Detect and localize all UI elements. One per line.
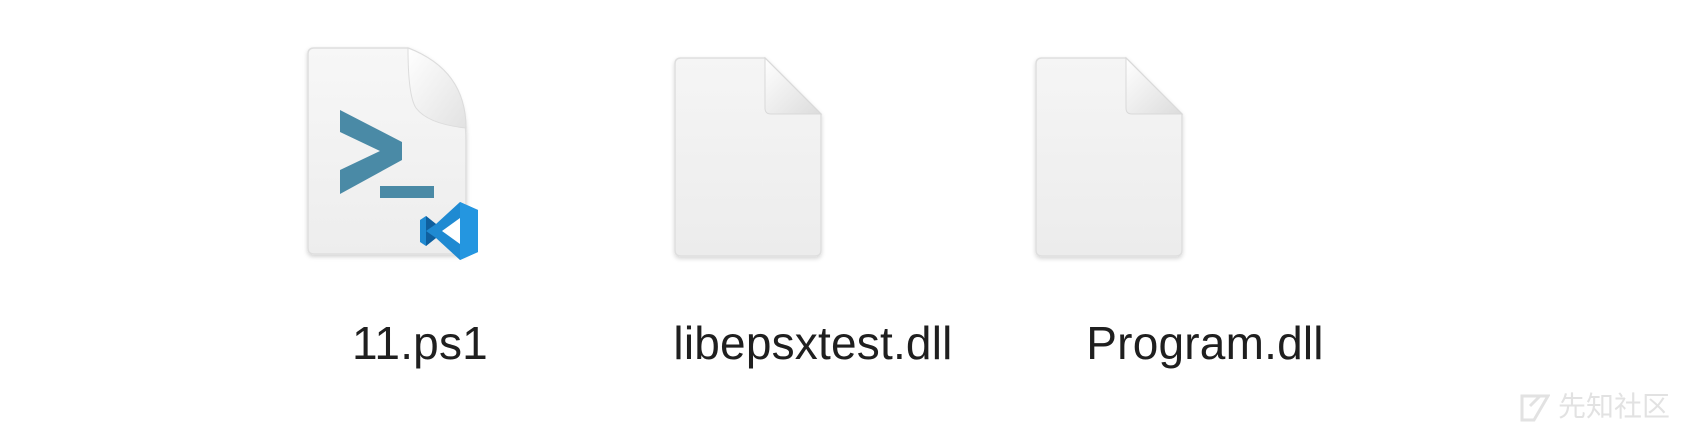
file-item-program-dll[interactable]: Program.dll [1015,0,1395,400]
file-item-11-ps1[interactable]: 11.ps1 [230,0,610,400]
document-file-graphic [1035,56,1184,257]
generic-document-icon[interactable] [1015,0,1395,300]
powershell-script-icon[interactable] [230,0,610,300]
watermark-text: 先知社区 [1558,390,1671,423]
xianzhi-logo-icon [1520,394,1550,422]
watermark: 先知社区 [1520,388,1702,428]
file-name-label[interactable]: libepsxtest.dll [623,315,1003,371]
file-icon-grid: 11.ps1 libepsxtest.dll Program.dll [0,0,1702,428]
file-name-label[interactable]: 11.ps1 [230,315,610,371]
file-item-libepsxtest-dll[interactable]: libepsxtest.dll [623,0,1003,400]
powershell-file-graphic [307,47,478,260]
prompt-underscore [380,186,434,198]
file-name-label[interactable]: Program.dll [1015,315,1395,371]
generic-document-icon[interactable] [623,0,1003,300]
document-file-graphic [674,56,823,257]
